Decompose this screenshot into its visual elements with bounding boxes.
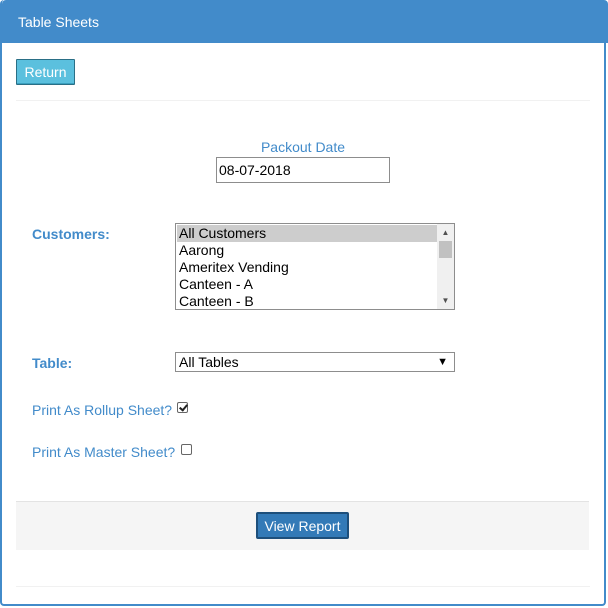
- master-sheet-label: Print As Master Sheet?: [32, 444, 176, 460]
- listbox-scrollbar[interactable]: ▲ ▼: [437, 224, 454, 309]
- rollup-sheet-label: Print As Rollup Sheet?: [32, 402, 173, 418]
- table-select-value: All Tables: [179, 354, 239, 370]
- list-item[interactable]: Canteen - B: [177, 293, 437, 309]
- master-sheet-checkbox[interactable]: [181, 444, 192, 455]
- list-item[interactable]: All Customers: [177, 225, 437, 242]
- table-label: Table:: [32, 355, 73, 371]
- list-item[interactable]: Ameritex Vending: [177, 259, 437, 276]
- packout-date-input[interactable]: [216, 157, 390, 183]
- divider: [16, 100, 590, 101]
- customers-label: Customers:: [32, 226, 110, 242]
- packout-date-label: Packout Date: [260, 139, 346, 155]
- list-item[interactable]: Aarong: [177, 242, 437, 259]
- table-select[interactable]: All Tables ▼: [175, 352, 455, 372]
- list-item[interactable]: Canteen - A: [177, 276, 437, 293]
- return-button[interactable]: Return: [16, 59, 75, 85]
- scroll-thumb[interactable]: [439, 241, 452, 258]
- scroll-up-arrow-icon[interactable]: ▲: [437, 224, 454, 241]
- view-report-button[interactable]: View Report: [256, 512, 349, 539]
- customers-listbox[interactable]: All Customers Aarong Ameritex Vending Ca…: [175, 223, 455, 310]
- panel-header: Table Sheets: [2, 0, 608, 43]
- dropdown-arrow-icon: ▼: [437, 356, 448, 368]
- rollup-sheet-checkbox[interactable]: [177, 402, 188, 413]
- divider: [16, 586, 590, 587]
- scroll-down-arrow-icon[interactable]: ▼: [437, 292, 454, 309]
- panel-title: Table Sheets: [18, 14, 99, 30]
